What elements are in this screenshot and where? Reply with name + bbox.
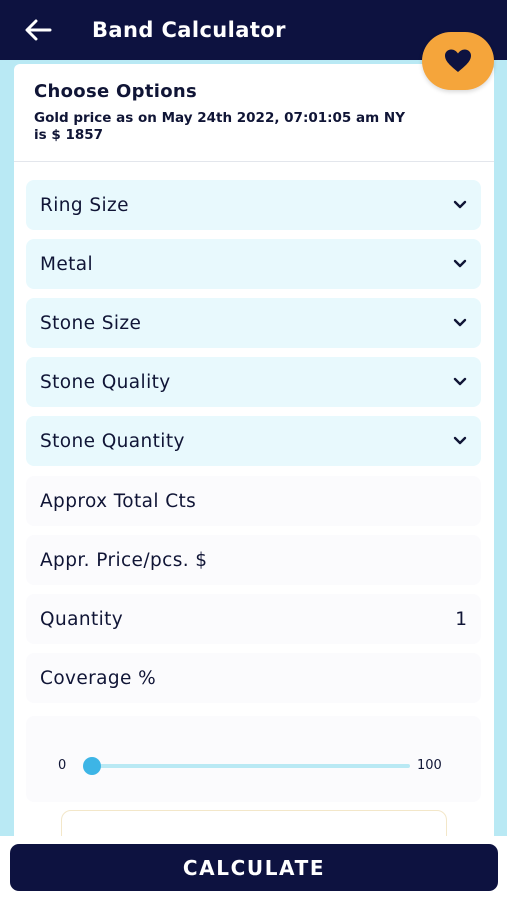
chevron-down-icon [453, 377, 467, 387]
slider-min-label: 0 [58, 758, 67, 773]
chevron-down-icon [453, 318, 467, 328]
options-card: Choose Options Gold price as on May 24th… [14, 64, 494, 854]
chevron-down-icon [453, 259, 467, 269]
favorite-button[interactable] [422, 32, 494, 90]
approx-total-cts-label: Approx Total Cts [40, 490, 197, 512]
calculate-button[interactable]: CALCULATE [10, 844, 498, 891]
chevron-down-icon [453, 200, 467, 210]
gold-price-text: Gold price as on May 24th 2022, 07:01:05… [34, 110, 405, 143]
price-per-pcs-label: Appr. Price/pcs. $ [40, 549, 208, 571]
stone-quantity-select[interactable]: Stone Quantity [26, 416, 481, 466]
quantity-value[interactable]: 1 [455, 609, 467, 630]
ring-size-label: Ring Size [40, 194, 129, 216]
bottom-bar: CALCULATE [0, 836, 507, 900]
stone-quality-select[interactable]: Stone Quality [26, 357, 481, 407]
slider-max-label: 100 [417, 758, 442, 773]
approx-total-cts-field: Approx Total Cts [26, 476, 481, 526]
quantity-label: Quantity [40, 608, 124, 630]
chevron-down-icon [453, 436, 467, 446]
ring-size-select[interactable]: Ring Size [26, 180, 481, 230]
coverage-field: Coverage % [26, 653, 481, 703]
stone-size-select[interactable]: Stone Size [26, 298, 481, 348]
heart-icon [445, 49, 471, 72]
coverage-label: Coverage % [40, 667, 157, 689]
coverage-slider-thumb[interactable] [83, 757, 101, 775]
stone-quantity-label: Stone Quantity [40, 430, 185, 452]
metal-select[interactable]: Metal [26, 239, 481, 289]
card-title: Choose Options [34, 81, 198, 102]
coverage-slider-panel: 0 100 [26, 716, 481, 802]
metal-label: Metal [40, 253, 94, 275]
arrow-left-icon [25, 19, 52, 41]
options-card-header: Choose Options Gold price as on May 24th… [14, 64, 494, 162]
back-button[interactable] [18, 10, 58, 50]
stone-quality-label: Stone Quality [40, 371, 171, 393]
stone-size-label: Stone Size [40, 312, 142, 334]
coverage-slider-track[interactable] [83, 757, 410, 775]
page-title: Band Calculator [92, 18, 286, 42]
price-per-pcs-field: Appr. Price/pcs. $ [26, 535, 481, 585]
quantity-field[interactable]: Quantity 1 [26, 594, 481, 644]
